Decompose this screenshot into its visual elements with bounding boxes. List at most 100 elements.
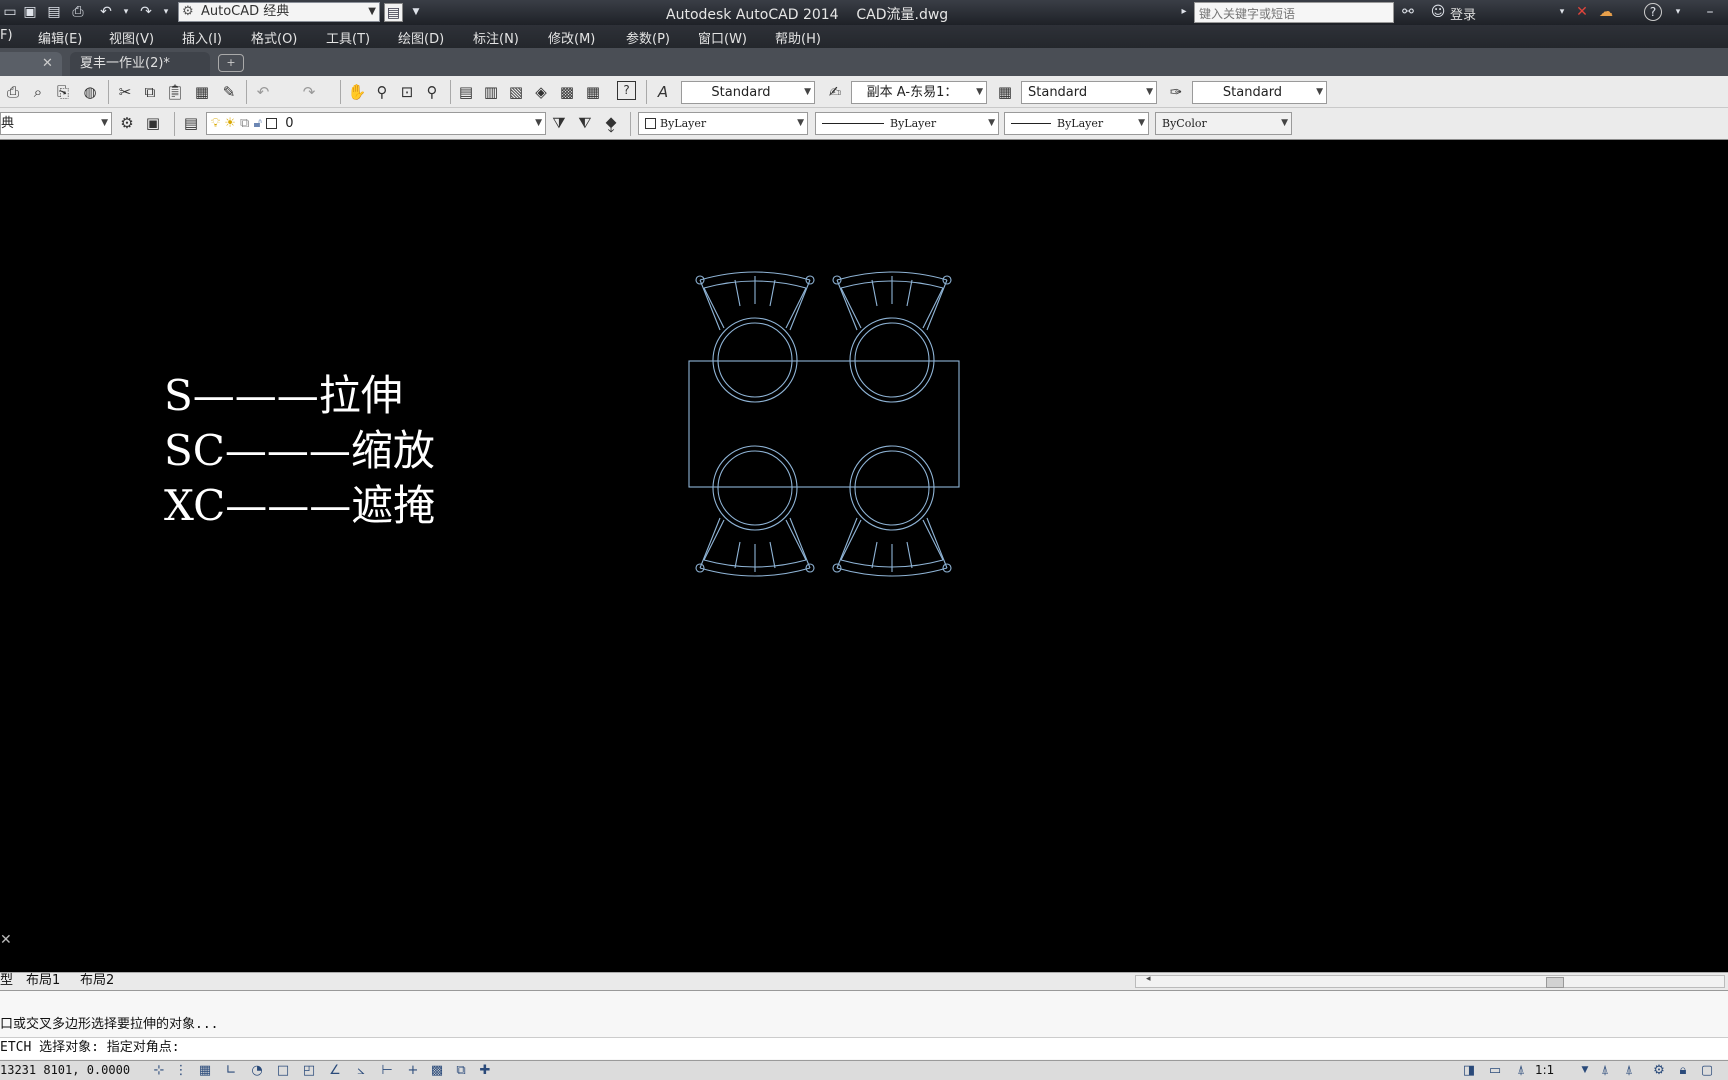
- undo-icon[interactable]: ↶: [96, 3, 116, 21]
- scale-dropdown-icon[interactable]: ▼: [1576, 1062, 1594, 1079]
- annotation-scale[interactable]: 1:1: [1535, 1063, 1554, 1077]
- menu-file[interactable]: F): [0, 28, 13, 43]
- quick-properties-icon[interactable]: ⧉: [452, 1062, 470, 1079]
- user-icon[interactable]: ☺: [1428, 3, 1448, 21]
- osnap-icon[interactable]: □: [274, 1062, 292, 1079]
- a360-icon[interactable]: ☁: [1596, 3, 1616, 21]
- menu-window[interactable]: 窗口(W): [698, 28, 747, 47]
- model-space-icon[interactable]: ◨: [1460, 1062, 1478, 1079]
- dyn-icon[interactable]: ⊢: [378, 1062, 396, 1079]
- help-icon[interactable]: ?: [1644, 3, 1662, 21]
- grid-icon[interactable]: ▦: [196, 1062, 214, 1079]
- transparency-icon[interactable]: ▩: [428, 1062, 446, 1079]
- linetype-select[interactable]: ByLayer ▼: [815, 112, 999, 135]
- table-style-icon[interactable]: ▦: [994, 81, 1016, 103]
- color-select[interactable]: ByLayer ▼: [638, 112, 808, 135]
- menu-edit[interactable]: 编辑(E): [38, 28, 82, 47]
- menu-help[interactable]: 帮助(H): [775, 28, 821, 47]
- ortho-icon[interactable]: ∟: [222, 1062, 240, 1079]
- paste-icon[interactable]: 📋︎: [164, 81, 186, 103]
- help-icon[interactable]: ?: [617, 81, 636, 100]
- quick-view-layouts-icon[interactable]: ▭: [1486, 1062, 1504, 1079]
- search-box[interactable]: [1194, 2, 1394, 24]
- coordinate-readout[interactable]: 13231 8101, 0.0000: [0, 1063, 130, 1077]
- menu-insert[interactable]: 插入(I): [182, 28, 222, 47]
- 3d-print-icon[interactable]: ◍: [79, 81, 101, 103]
- menu-draw[interactable]: 绘图(D): [398, 28, 444, 47]
- chair-top-left[interactable]: [695, 271, 815, 403]
- layer-properties-icon[interactable]: ▤: [180, 112, 202, 134]
- menu-format[interactable]: 格式(O): [251, 28, 297, 47]
- menu-tools[interactable]: 工具(T): [326, 28, 370, 47]
- horizontal-scrollbar[interactable]: ◂: [1135, 974, 1725, 988]
- layer-state-icon[interactable]: ⧪: [600, 112, 622, 134]
- zoom-window-icon[interactable]: ⊡: [396, 81, 418, 103]
- binoculars-icon[interactable]: ⚯: [1398, 3, 1418, 21]
- annotation-scale-icon[interactable]: ⍋: [1512, 1062, 1530, 1079]
- annotation-visibility-icon[interactable]: ⍋: [1596, 1062, 1614, 1079]
- exchange-icon[interactable]: ✕: [1572, 3, 1592, 21]
- ducs-icon[interactable]: ⦣: [352, 1062, 370, 1079]
- redo-icon[interactable]: ↷: [136, 3, 156, 21]
- tab-layout2[interactable]: 布局2: [80, 973, 114, 989]
- help-dropdown-icon[interactable]: ▾: [1668, 3, 1688, 21]
- save-icon[interactable]: ▣: [20, 3, 40, 21]
- expand-search-icon[interactable]: ▸: [1174, 3, 1194, 21]
- redo-dropdown-icon[interactable]: ▾: [156, 3, 176, 21]
- lineweight-select[interactable]: ByLayer ▼: [1004, 112, 1149, 135]
- document-icon[interactable]: ▤: [384, 3, 403, 22]
- text-style-select[interactable]: Standard ▼: [681, 81, 815, 104]
- menu-dimension[interactable]: 标注(N): [473, 28, 519, 47]
- pan-icon[interactable]: ✋: [346, 81, 368, 103]
- menu-parametric[interactable]: 参数(P): [626, 28, 670, 47]
- toolbar-lock-icon[interactable]: 🔒︎: [1674, 1062, 1692, 1079]
- dim-style-icon[interactable]: ✍: [824, 81, 846, 103]
- text-style-icon[interactable]: A: [652, 81, 674, 103]
- plot-icon[interactable]: ⎙: [2, 81, 24, 103]
- snap-mode-icon[interactable]: ⋮: [172, 1062, 190, 1079]
- copy-icon[interactable]: ⧉: [139, 81, 161, 103]
- design-center-icon[interactable]: ▥: [480, 81, 502, 103]
- make-current-layer-icon[interactable]: ⧩: [548, 112, 570, 134]
- polar-icon[interactable]: ◔: [248, 1062, 266, 1079]
- tab-model[interactable]: 型: [0, 973, 13, 989]
- plot-style-select[interactable]: ByColor ▼: [1155, 112, 1292, 135]
- workspace-customize-icon[interactable]: ▣: [142, 112, 164, 134]
- zoom-previous-icon[interactable]: ⚲: [421, 81, 443, 103]
- scroll-left-icon[interactable]: ◂: [1146, 974, 1151, 984]
- dining-table-drawing[interactable]: [680, 270, 960, 580]
- tab-second-file[interactable]: 夏丰一作业(2)*: [70, 52, 210, 76]
- menu-modify[interactable]: 修改(M): [548, 28, 595, 47]
- table-rectangle[interactable]: [688, 360, 960, 488]
- tab-layout1[interactable]: 布局1: [26, 973, 60, 989]
- mleader-style-icon[interactable]: ✑: [1165, 81, 1187, 103]
- login-link[interactable]: 登录: [1450, 4, 1476, 23]
- markup-icon[interactable]: ▩: [556, 81, 578, 103]
- scrollbar-thumb[interactable]: [1546, 977, 1564, 988]
- 3d-osnap-icon[interactable]: ◰: [300, 1062, 318, 1079]
- menu-view[interactable]: 视图(V): [109, 28, 154, 47]
- plot-preview-icon[interactable]: ⌕: [27, 81, 49, 103]
- save-as-icon[interactable]: ▤: [44, 3, 64, 21]
- login-dropdown-icon[interactable]: ▾: [1552, 3, 1572, 21]
- customize-dropdown-icon[interactable]: ▼: [406, 3, 426, 21]
- open-icon[interactable]: ▭: [0, 3, 20, 21]
- workspace-switching-icon[interactable]: ⚙: [1650, 1062, 1668, 1079]
- tool-palettes-icon[interactable]: ▧: [505, 81, 527, 103]
- minimize-icon[interactable]: –: [1700, 3, 1720, 21]
- infer-constraints-icon[interactable]: ⊹: [150, 1062, 168, 1079]
- clean-screen-icon[interactable]: ▢: [1698, 1062, 1716, 1079]
- chair-top-right[interactable]: [832, 271, 952, 403]
- command-line[interactable]: ETCH 选择对象: 指定对角点:: [0, 1037, 1728, 1059]
- dim-style-select[interactable]: 副本 A-东易1： ▼: [851, 81, 987, 104]
- workspace-settings-icon[interactable]: ⚙: [116, 112, 138, 134]
- layer-previous-icon[interactable]: ⧨: [574, 112, 596, 134]
- calculator-icon[interactable]: ▦: [582, 81, 604, 103]
- plot-icon[interactable]: ⎙: [68, 3, 88, 21]
- undo-dropdown-icon[interactable]: ▾: [116, 3, 136, 21]
- sheet-set-icon[interactable]: ◈: [530, 81, 552, 103]
- table-style-select[interactable]: Standard ▼: [1021, 81, 1157, 104]
- workspace-select[interactable]: 典 ▼: [0, 112, 112, 135]
- otrack-icon[interactable]: ∠: [326, 1062, 344, 1079]
- zoom-realtime-icon[interactable]: ⚲: [371, 81, 393, 103]
